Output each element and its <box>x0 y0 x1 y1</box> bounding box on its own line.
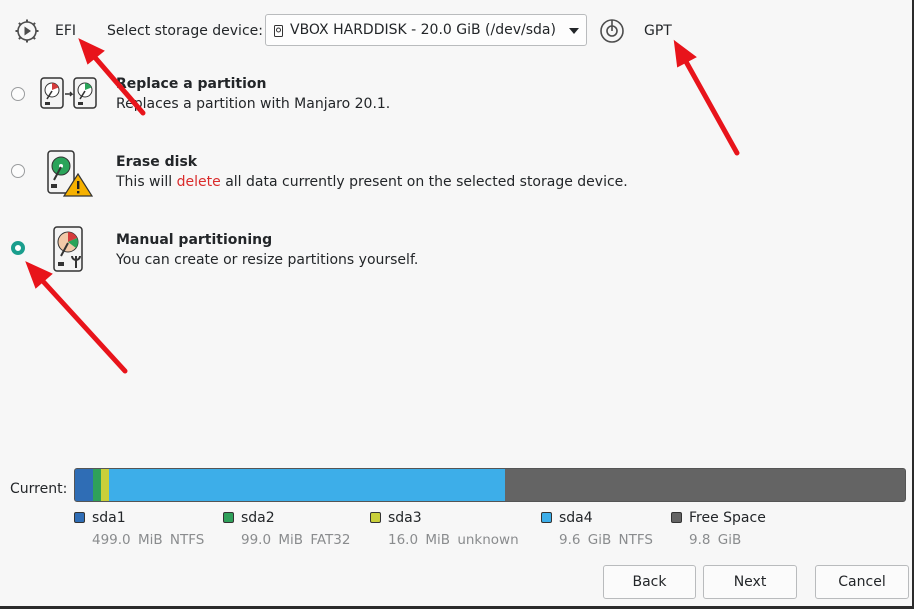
manual-partitioning-icon <box>53 226 83 272</box>
back-button[interactable]: Back <box>603 565 696 599</box>
cancel-button[interactable]: Cancel <box>815 565 909 599</box>
option-manual-partitioning[interactable]: Manual partitioning You can create or re… <box>0 226 900 298</box>
chevron-down-icon <box>569 28 579 34</box>
legend-info: 9.6 GiB NTFS <box>559 532 653 548</box>
partition-table-icon <box>600 19 624 43</box>
storage-device-label: Select storage device: <box>107 23 263 39</box>
selected-device-value: VBOX HARDDISK - 20.0 GiB (/dev/sda) <box>290 22 556 38</box>
delete-warning-text: delete <box>176 174 221 190</box>
partition-table-label: GPT <box>644 23 672 39</box>
partition-segment-free-space <box>505 469 905 501</box>
radio-erase-disk[interactable] <box>11 164 25 178</box>
drive-icon <box>274 25 283 37</box>
legend-swatch <box>541 512 552 523</box>
option-title: Erase disk <box>116 154 198 170</box>
partition-segment-sda1 <box>75 469 93 501</box>
legend-name: Free Space <box>689 510 766 526</box>
firmware-type-label: EFI <box>55 23 77 39</box>
partition-segment-sda3 <box>101 469 109 501</box>
legend-swatch <box>74 512 85 523</box>
radio-replace-partition[interactable] <box>11 87 25 101</box>
erase-disk-icon <box>47 150 94 197</box>
option-description: You can create or resize partitions your… <box>116 252 419 268</box>
current-layout-label: Current: <box>10 481 68 497</box>
legend-swatch <box>223 512 234 523</box>
partition-segment-sda4 <box>109 469 505 501</box>
legend-name: sda2 <box>241 510 275 526</box>
legend-info: 16.0 MiB unknown <box>388 532 519 548</box>
efi-boot-icon <box>15 19 39 43</box>
replace-partition-icon <box>40 77 97 109</box>
option-title: Manual partitioning <box>116 232 273 248</box>
option-title: Replace a partition <box>116 76 267 92</box>
partition-segment-sda2 <box>93 469 101 501</box>
option-replace-partition[interactable]: Replace a partition Replaces a partition… <box>0 70 900 142</box>
next-button[interactable]: Next <box>703 565 797 599</box>
legend-name: sda3 <box>388 510 422 526</box>
legend-name: sda4 <box>559 510 593 526</box>
option-description: This will delete all data currently pres… <box>116 174 628 190</box>
legend-name: sda1 <box>92 510 126 526</box>
option-description: Replaces a partition with Manjaro 20.1. <box>116 96 391 112</box>
option-erase-disk[interactable]: Erase disk This will delete all data cur… <box>0 148 900 220</box>
radio-manual-partitioning[interactable] <box>11 241 25 255</box>
legend-info: 9.8 GiB <box>689 532 742 548</box>
legend-swatch <box>370 512 381 523</box>
legend-info: 99.0 MiB FAT32 <box>241 532 351 548</box>
legend-info: 499.0 MiB NTFS <box>92 532 205 548</box>
legend-swatch <box>671 512 682 523</box>
device-bar: EFI Select storage device: VBOX HARDDISK… <box>0 0 914 64</box>
partition-bar <box>74 468 906 502</box>
storage-device-select[interactable]: VBOX HARDDISK - 20.0 GiB (/dev/sda) <box>265 14 587 46</box>
